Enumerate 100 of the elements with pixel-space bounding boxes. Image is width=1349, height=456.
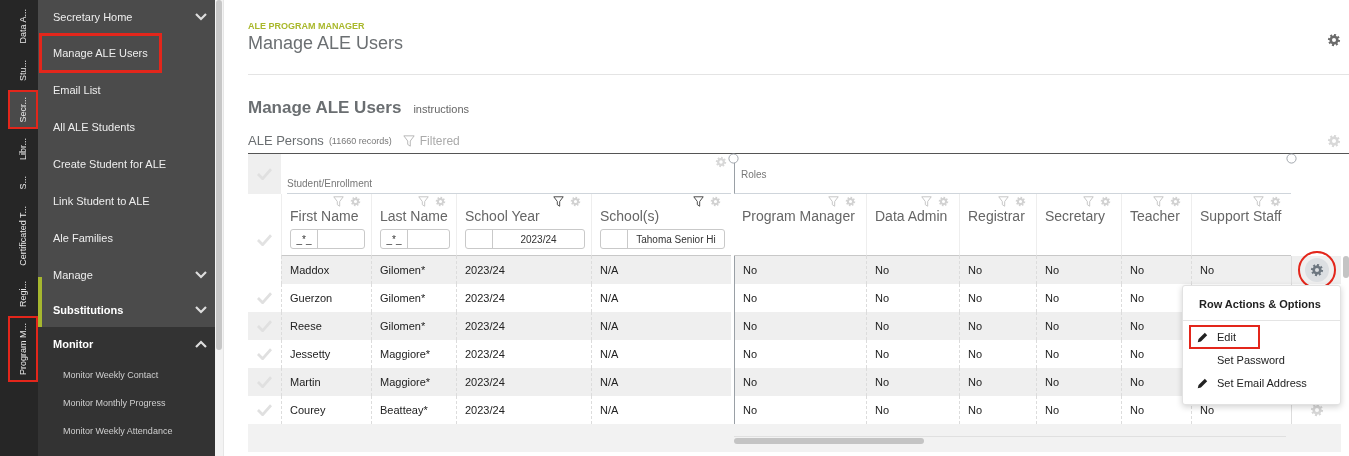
horizontal-scrollbar[interactable] [734,436,1286,445]
table-cell: No [743,320,758,332]
row-checkmark[interactable] [257,404,272,416]
side-tab[interactable]: Secr... [8,89,38,130]
menu-item[interactable]: Set Password [1191,350,1291,370]
table-cell: 2023/24 [465,264,505,276]
table-cell: No [968,320,983,332]
table-cell: No [875,292,890,304]
table-cell: 2023/24 [465,320,505,332]
nav-label: Secretary Home [53,10,133,25]
table-cell: No [968,292,983,304]
vertical-scrollbar[interactable] [1343,256,1349,278]
table-cell: No [743,376,758,388]
table-cell: No [1045,320,1060,332]
side-tab[interactable]: Stu... [8,52,38,88]
nav-item[interactable]: Link Student to ALE [38,182,215,219]
nav-subitem[interactable]: Monitor Weekly Attendance [38,417,215,445]
filter-icon[interactable] [693,196,704,207]
table-cell: No [1045,348,1060,360]
table-cell: No [743,348,758,360]
filter-field[interactable]: 2023/24 [465,229,585,249]
record-count: (11660 records) [328,135,392,146]
table-cell: Guerzon [290,292,333,304]
table-cell: N/A [600,264,619,276]
side-tab[interactable]: S... [8,169,38,197]
side-tab[interactable]: Regi... [8,274,38,315]
table-cell: No [743,404,758,416]
pencil-icon [1197,377,1208,389]
column-group-label: Student/Enrollment [287,178,373,191]
filter-icon [402,134,415,147]
column-header[interactable]: Support Staff [1200,208,1285,224]
nav-item[interactable]: All ALE Students [38,108,215,145]
side-tab[interactable]: Certificated T... [8,198,38,273]
table-cell: 2023/24 [465,348,505,360]
side-tab[interactable]: Libr... [8,131,38,168]
nav-subitem[interactable]: Monitor Weekly Contact [38,361,215,389]
select-all-checkmark[interactable] [257,234,272,246]
table-cell: No [743,264,758,276]
column-header[interactable]: Data Admin [875,208,953,224]
table-cell: No [1045,264,1060,276]
resize-handle[interactable] [728,153,739,164]
column-header[interactable]: Secretary [1045,208,1115,224]
list-title: ALE Persons [248,133,324,148]
table-cell: Beatteay* [380,404,428,416]
filter-icon[interactable] [553,196,564,207]
table-cell: No [1045,376,1060,388]
table-cell: No [1045,292,1060,304]
settings-icon[interactable] [1327,32,1341,47]
table-cell: No [1130,404,1145,416]
column-header[interactable]: First Name [290,208,365,224]
nav-subitem[interactable]: Monitor Monthly Progress [38,389,215,417]
table-cell: Gilomen* [380,264,426,276]
table-cell: No [743,292,758,304]
nav-item[interactable]: Create Student for ALE [38,145,215,182]
column-header[interactable]: Teacher [1130,208,1185,224]
column-header[interactable]: Program Manager [742,208,860,224]
filter-field[interactable]: _*_ [380,229,450,249]
row-checkmark[interactable] [257,348,272,360]
page-title: Manage ALE Users [248,33,404,54]
table-cell: Reese [290,320,322,332]
table-cell: No [875,404,890,416]
resize-handle[interactable] [1286,153,1297,164]
gear-icon [1309,263,1324,277]
menu-item[interactable]: Edit [1191,327,1258,347]
nav-item[interactable]: Secretary Home [38,0,215,34]
table-cell: N/A [600,348,619,360]
table-cell: No [1200,264,1215,276]
nav-item[interactable]: Manage ALE Users [38,34,215,71]
menu-item[interactable]: Set Email Address [1191,373,1313,393]
nav-label: Manage ALE Users [41,34,160,71]
column-header[interactable]: School Year [465,208,585,224]
row-checkmark[interactable] [257,292,272,304]
side-tab[interactable]: Program M... [8,316,38,383]
table-cell: 2023/24 [465,404,505,416]
table-cell: Maggiore* [380,348,431,360]
table-cell: No [1130,320,1145,332]
column-header[interactable]: Registrar [968,208,1030,224]
side-tab[interactable]: Data A... [8,2,38,51]
table-cell: N/A [600,376,619,388]
table-cell: Maddox [290,264,330,276]
table-cell: No [875,348,890,360]
column-header[interactable]: Last Name [380,208,450,224]
nav-item[interactable]: Email List [38,71,215,108]
table-cell: No [1045,404,1060,416]
nav-item[interactable]: Ale Families [38,219,215,256]
table-cell: No [968,348,983,360]
table-cell: No [875,376,890,388]
table-cell: No [1130,292,1145,304]
scrollbar-thumb[interactable] [216,0,222,350]
table-cell: N/A [600,320,619,332]
column-header[interactable]: School(s) [600,208,725,224]
instructions-link[interactable]: instructions [413,103,469,115]
nav-label: All ALE Students [53,119,135,135]
table-cell: N/A [600,292,619,304]
filter-field[interactable]: Tahoma Senior Hi [600,229,725,249]
nav-label: Link Student to ALE [53,193,150,209]
table-cell: Maggiore* [380,376,431,388]
filter-field[interactable]: _*_ [290,229,365,249]
table-cell: No [968,404,983,416]
nav-label: Email List [53,82,101,98]
